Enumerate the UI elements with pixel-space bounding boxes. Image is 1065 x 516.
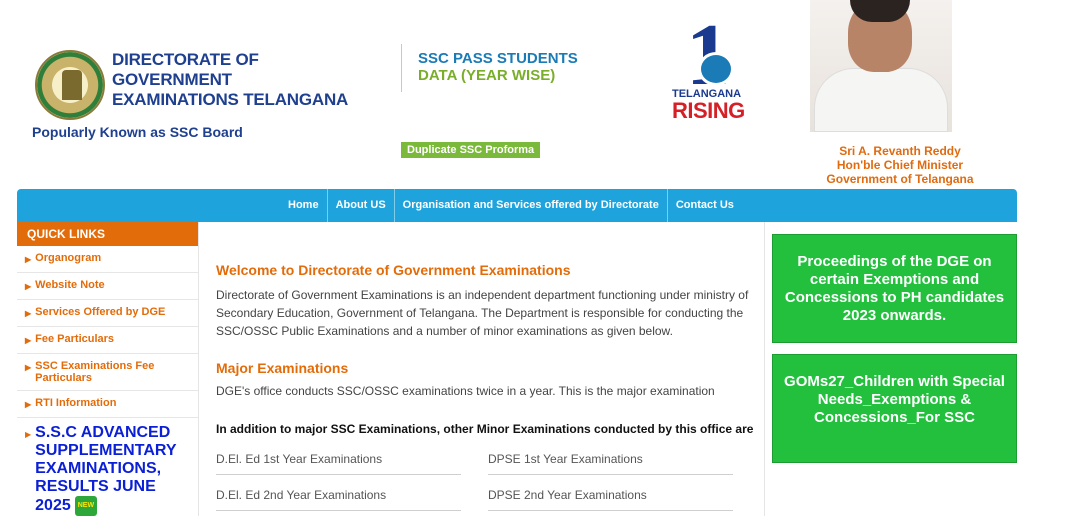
arrow-right-icon: ▶ [25, 430, 32, 439]
header-divider [401, 44, 402, 92]
ssc-results-label: S.S.C ADVANCED SUPPLEMENTARY EXAMINATION… [35, 424, 177, 515]
arrow-right-icon: ▶ [25, 282, 32, 291]
quick-link-ssc-supplementary-results[interactable]: ▶ S.S.C ADVANCED SUPPLEMENTARY EXAMINATI… [17, 418, 198, 516]
quick-link-rti-information[interactable]: ▶ RTI Information [17, 391, 198, 418]
nav-about-us[interactable]: About US [326, 189, 394, 222]
nav-contact-us[interactable]: Contact Us [666, 189, 742, 222]
quick-link-fee-particulars[interactable]: ▶ Fee Particulars [17, 327, 198, 354]
minor-exams-text: In addition to major SSC Examinations, o… [216, 422, 754, 436]
arrow-right-icon: ▶ [25, 309, 32, 318]
major-exams-text: DGE's office conducts SSC/OSSC examinati… [216, 384, 715, 398]
exam-item: DPSE 2nd Year Examinations [488, 488, 733, 511]
cm-caption: Sri A. Revanth Reddy Hon'ble Chief Minis… [810, 144, 990, 186]
quick-link-website-note[interactable]: ▶ Website Note [17, 273, 198, 300]
nav-organisation-services[interactable]: Organisation and Services offered by Dir… [393, 189, 667, 222]
exam-item: D.El. Ed 2nd Year Examinations [216, 488, 461, 511]
welcome-heading: Welcome to Directorate of Government Exa… [216, 262, 571, 278]
page: DIRECTORATE OF GOVERNMENT EXAMINATIONS T… [0, 0, 1065, 516]
org-subtitle: Popularly Known as SSC Board [32, 124, 243, 140]
ssc-link-line1: SSC PASS STUDENTS [418, 50, 578, 67]
ssc-pass-students-link[interactable]: SSC PASS STUDENTS DATA (YEAR WISE) [418, 50, 578, 84]
nav-menu: Home About US Organisation and Services … [280, 189, 742, 222]
nav-home[interactable]: Home [280, 189, 327, 222]
arrow-right-icon: ▶ [25, 400, 32, 409]
quick-links-sidebar: QUICK LINKS ▶ Organogram ▶ Website Note ▶ S… [17, 222, 199, 516]
cm-govt: Government of Telangana [826, 172, 974, 186]
telangana-rising-logo: 1 TELANGANA RISING [668, 12, 768, 127]
exam-item: DPSE 1st Year Examinations [488, 452, 733, 475]
quick-links-heading: QUICK LINKS [17, 222, 198, 246]
notice-goms27-special-needs[interactable]: GOMs27_Children with Special Needs_Exemp… [772, 354, 1017, 463]
chief-minister-photo [810, 0, 952, 132]
duplicate-ssc-proforma-button[interactable]: Duplicate SSC Proforma [401, 142, 541, 158]
org-title: DIRECTORATE OF GOVERNMENT EXAMINATIONS T… [112, 50, 349, 109]
exam-item: D.El. Ed 1st Year Examinations [216, 452, 461, 475]
notice-ph-exemptions[interactable]: Proceedings of the DGE on certain Exempt… [772, 234, 1017, 343]
quick-link-ssc-fee-particulars[interactable]: ▶ SSC Examinations Fee Particulars [17, 354, 198, 391]
content-divider [764, 222, 765, 516]
ssc-link-line2: DATA (YEAR WISE) [418, 67, 556, 84]
cm-title: Hon'ble Chief Minister [836, 158, 964, 172]
cm-name: Sri A. Revanth Reddy [839, 144, 961, 158]
quick-link-organogram[interactable]: ▶ Organogram [17, 246, 198, 273]
arrow-right-icon: ▶ [25, 336, 32, 345]
arrow-right-icon: ▶ [25, 363, 32, 372]
rising-line2: RISING [672, 98, 745, 123]
new-badge: NEW [74, 496, 98, 516]
telangana-emblem-logo [35, 50, 105, 120]
major-exams-heading: Major Examinations [216, 360, 349, 376]
welcome-text: Directorate of Government Examinations i… [216, 288, 749, 338]
exam-list: D.El. Ed 1st Year Examinations DPSE 1st … [216, 452, 756, 516]
main-content: Welcome to Directorate of Government Exa… [216, 262, 756, 516]
quick-link-services[interactable]: ▶ Services Offered by DGE [17, 300, 198, 327]
arrow-right-icon: ▶ [25, 255, 32, 264]
